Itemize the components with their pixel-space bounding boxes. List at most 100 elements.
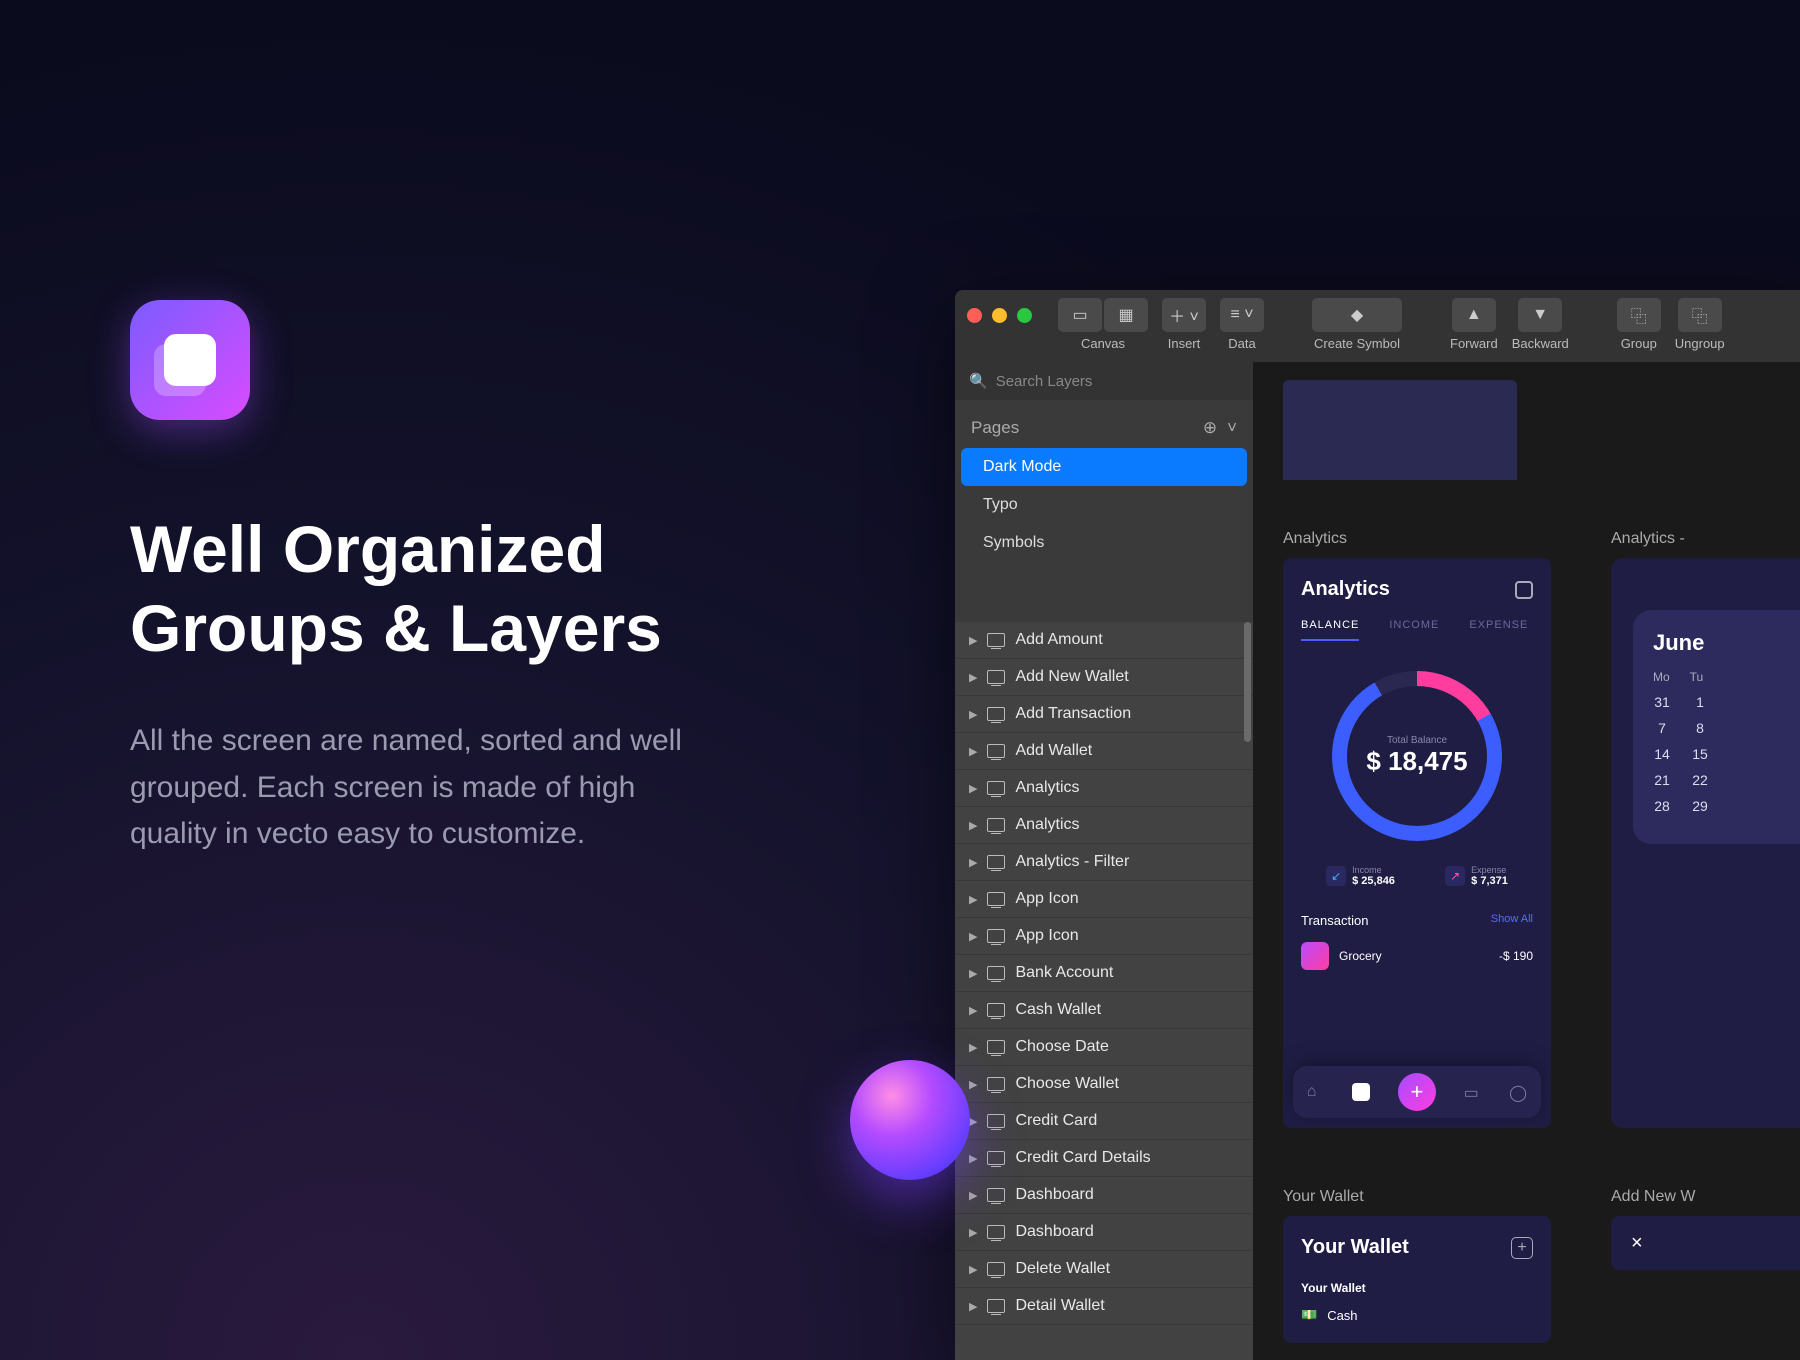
artboard-icon [987,1188,1005,1202]
disclosure-icon[interactable]: ▶ [969,819,977,832]
show-all-link[interactable]: Show All [1491,913,1533,928]
forward-button[interactable]: ▲ [1452,298,1496,332]
layer-row[interactable]: ▶App Icon [955,881,1253,918]
disclosure-icon[interactable]: ▶ [969,1226,977,1239]
minimize-icon[interactable] [992,308,1007,323]
disclosure-icon[interactable]: ▶ [969,1041,977,1054]
layer-row[interactable]: ▶Add Amount [955,622,1253,659]
tab-income[interactable]: INCOME [1389,619,1439,641]
disclosure-icon[interactable]: ▶ [969,893,977,906]
close-icon[interactable]: × [1631,1232,1643,1255]
data-button[interactable]: ≡ ˅ [1220,298,1264,332]
group-button[interactable]: ⿻ [1617,298,1661,332]
canvas-grid-button[interactable]: ▦ [1104,298,1148,332]
add-new-wallet-panel[interactable]: × [1611,1216,1800,1270]
layer-row[interactable]: ▶Dashboard [955,1214,1253,1251]
artboard-icon [987,966,1005,980]
add-page-icon[interactable]: ⊕ [1203,418,1217,438]
disclosure-icon[interactable]: ▶ [969,782,977,795]
disclosure-icon[interactable]: ▶ [969,1300,977,1313]
add-wallet-button[interactable]: + [1511,1237,1533,1259]
tab-balance[interactable]: BALANCE [1301,619,1359,641]
titlebar: ▭ ▦ Canvas ＋ ˅ Insert ≡ ˅ Data ◆ Create … [955,290,1800,362]
layer-row[interactable]: ▶Credit Card Details [955,1140,1253,1177]
disclosure-icon[interactable]: ▶ [969,967,977,980]
disclosure-icon[interactable]: ▶ [969,671,977,684]
layer-label: Cash Wallet [1015,1001,1101,1019]
income-label: Income [1352,865,1395,875]
layer-row[interactable]: ▶Analytics [955,807,1253,844]
calendar-icon[interactable] [1515,581,1533,599]
ungroup-button[interactable]: ⿻ [1678,298,1722,332]
income-value: $ 25,846 [1352,875,1395,887]
backward-button[interactable]: ▼ [1518,298,1562,332]
close-icon[interactable] [967,308,982,323]
layer-row[interactable]: ▶ Cash Wallet [955,992,1253,1029]
profile-nav-icon[interactable]: ◯ [1509,1083,1527,1101]
calendar-card[interactable]: June MoTu31178141521222829 [1633,610,1800,844]
maximize-icon[interactable] [1017,308,1032,323]
analytics-screen[interactable]: Analytics BALANCE INCOME EXPENSE Total B… [1283,558,1551,1128]
layer-row[interactable]: ▶Add Transaction [955,696,1253,733]
traffic-lights[interactable] [967,298,1032,323]
disclosure-icon[interactable]: ▶ [969,1004,977,1017]
layer-row[interactable]: ▶Analytics [955,770,1253,807]
layer-row[interactable]: ▶Add New Wallet [955,659,1253,696]
disclosure-icon[interactable]: ▶ [969,1115,977,1128]
artboard-icon [987,1003,1005,1017]
layer-row[interactable]: ▶Choose Date [955,1029,1253,1066]
wallet-screen[interactable]: Your Wallet + Your Wallet 💵 Cash [1283,1216,1551,1343]
artboard-label-wallet[interactable]: Your Wallet [1283,1188,1551,1206]
disclosure-icon[interactable]: ▶ [969,930,977,943]
transaction-row[interactable]: Grocery -$ 190 [1301,942,1533,970]
layer-row[interactable]: ▶ Bank Account [955,955,1253,992]
analytics-title: Analytics [1301,578,1390,601]
tab-expense[interactable]: EXPENSE [1469,619,1528,641]
analytics-nav-icon[interactable] [1352,1083,1370,1101]
wallet-item[interactable]: 💵 Cash [1301,1307,1533,1323]
layers-list[interactable]: ▶Add Amount▶Add New Wallet▶Add Transacti… [955,622,1253,1360]
canvas-list-button[interactable]: ▭ [1058,298,1102,332]
disclosure-icon[interactable]: ▶ [969,708,977,721]
sketch-window: ▭ ▦ Canvas ＋ ˅ Insert ≡ ˅ Data ◆ Create … [955,290,1800,1360]
transaction-label: Transaction [1301,913,1368,928]
layer-row[interactable]: ▶Delete Wallet [955,1251,1253,1288]
artboard-icon [987,1077,1005,1091]
page-item-typo[interactable]: Typo [961,486,1247,524]
artboard-label-analytics2[interactable]: Analytics - [1611,530,1800,548]
disclosure-icon[interactable]: ▶ [969,634,977,647]
artboard-label-addnew[interactable]: Add New W [1611,1188,1800,1206]
search-input[interactable]: 🔍 Search Layers [955,362,1253,400]
scrollbar[interactable] [1244,622,1251,742]
layer-row[interactable]: ▶Dashboard [955,1177,1253,1214]
collapse-pages-icon[interactable]: ˅ [1227,418,1237,438]
layer-label: Detail Wallet [1015,1297,1104,1315]
page-item-dark-mode[interactable]: Dark Mode [961,448,1247,486]
layer-row[interactable]: ▶Analytics - Filter [955,844,1253,881]
layer-row[interactable]: ▶App Icon [955,918,1253,955]
disclosure-icon[interactable]: ▶ [969,745,977,758]
layer-label: Bank Account [1015,964,1113,982]
home-icon[interactable]: ⌂ [1307,1083,1325,1101]
layer-row[interactable]: ▶Add Wallet [955,733,1253,770]
analytics-filter-screen[interactable]: June MoTu31178141521222829 [1611,558,1800,1128]
disclosure-icon[interactable]: ▶ [969,1263,977,1276]
artboard-label-analytics[interactable]: Analytics [1283,530,1551,548]
wallet-nav-icon[interactable]: ▭ [1464,1083,1482,1101]
canvas-area[interactable]: Analytics Analytics BALANCE INCOME EXPEN… [1253,362,1800,1360]
toolbar-create-symbol-label: Create Symbol [1314,336,1400,351]
layers-sidebar: 🔍 Search Layers Pages ⊕ ˅ Dark ModeTypoS… [955,362,1253,1360]
layer-row[interactable]: ▶ Detail Wallet [955,1288,1253,1325]
create-symbol-button[interactable]: ◆ [1312,298,1402,332]
disclosure-icon[interactable]: ▶ [969,1152,977,1165]
page-item-symbols[interactable]: Symbols [961,524,1247,562]
disclosure-icon[interactable]: ▶ [969,1078,977,1091]
pages-label: Pages [971,418,1019,438]
disclosure-icon[interactable]: ▶ [969,856,977,869]
layer-row[interactable]: ▶Credit Card [955,1103,1253,1140]
disclosure-icon[interactable]: ▶ [969,1189,977,1202]
artboard-thumb[interactable] [1283,380,1517,480]
add-button[interactable]: + [1398,1073,1436,1111]
insert-button[interactable]: ＋ ˅ [1162,298,1206,332]
layer-row[interactable]: ▶Choose Wallet [955,1066,1253,1103]
